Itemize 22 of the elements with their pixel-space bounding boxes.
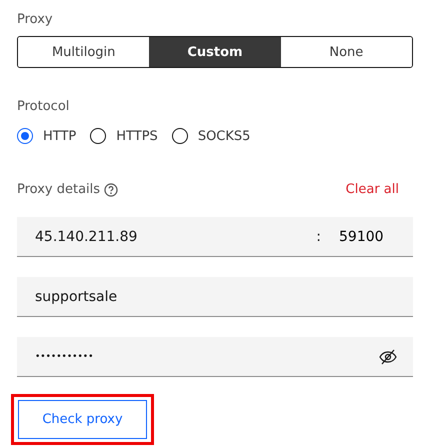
eye-off-icon[interactable] (379, 348, 397, 364)
username-field[interactable]: supportsale (17, 277, 413, 317)
section-label: Proxy (17, 12, 54, 27)
radio-icon[interactable] (90, 128, 106, 144)
segment-button[interactable]: Custom (149, 37, 281, 67)
radio-icon[interactable] (17, 128, 33, 144)
address-field[interactable]: 45.140.211.89 : 59100 (17, 217, 413, 257)
section-label: Proxy details (17, 182, 100, 197)
section-label: Protocol (17, 99, 70, 114)
help-icon[interactable] (104, 182, 118, 196)
host-input[interactable]: 45.140.211.89 (33, 228, 300, 246)
check-proxy-button[interactable]: Check proxy (18, 400, 147, 439)
clear-all-link[interactable]: Clear all (346, 182, 399, 197)
radio-option[interactable]: HTTP (17, 128, 76, 144)
radio-icon[interactable] (172, 128, 188, 144)
radio-option[interactable]: HTTPS (90, 128, 158, 144)
username-input[interactable]: supportsale (33, 288, 397, 306)
radio-option[interactable]: SOCKS5 (172, 128, 250, 144)
port-separator: : (316, 228, 321, 244)
password-input[interactable]: ••••••••••• (33, 350, 379, 362)
password-field[interactable]: ••••••••••• (17, 337, 413, 377)
port-field[interactable]: 59100 (337, 228, 397, 246)
